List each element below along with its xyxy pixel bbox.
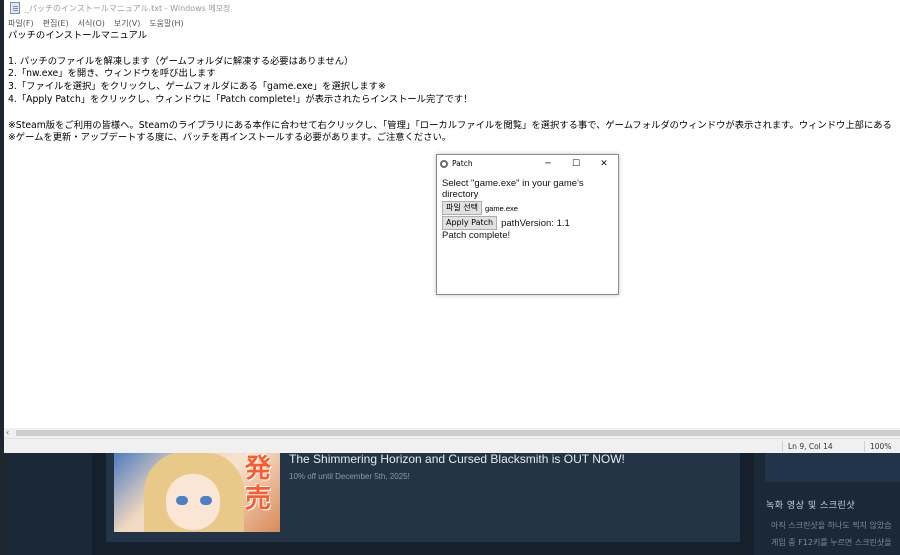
patch-instruction: Select "game.exe" in your game's directo…: [442, 178, 584, 200]
status-separator: [864, 441, 865, 452]
minimize-icon[interactable]: ─: [534, 155, 562, 172]
screenshots-info-line1: 아직 스크린샷을 하나도 찍지 않았습: [771, 521, 892, 530]
maximize-icon[interactable]: ☐: [562, 155, 590, 172]
news-title[interactable]: The Shimmering Horizon and Cursed Blacks…: [289, 452, 625, 466]
menu-format[interactable]: 서식(O): [78, 18, 105, 29]
banner-eye-right: [200, 496, 212, 505]
horizontal-scrollbar[interactable]: ‹: [4, 428, 900, 438]
notepad-document-icon: [10, 2, 20, 14]
selected-file-name: game.exe: [484, 203, 518, 213]
menu-help[interactable]: 도움말(H): [149, 18, 183, 29]
app-icon: [440, 159, 448, 168]
patch-title: Patch: [452, 159, 473, 168]
patch-titlebar[interactable]: Patch ─ ☐ ✕: [437, 155, 618, 172]
banner-text: 発売: [244, 454, 271, 514]
news-banner-image[interactable]: 発売: [114, 452, 280, 532]
banner-face: [166, 474, 220, 530]
patch-body: Select "game.exe" in your game's directo…: [442, 178, 614, 241]
screenshots-heading: 녹화 영상 및 스크린샷: [766, 501, 856, 511]
steam-right-box: [765, 452, 900, 482]
text-line-9: ※ゲームを更新・アップデートする度に、パッチを再インストールする必要があります。…: [8, 132, 452, 144]
status-separator: [782, 441, 783, 452]
news-subtitle: 10% off until December 5th, 2025!: [289, 472, 410, 481]
choose-file-button[interactable]: 파일 선택: [442, 201, 482, 215]
scroll-left-arrow-icon[interactable]: ‹: [6, 428, 9, 438]
menu-view[interactable]: 보기(V): [114, 18, 140, 29]
patch-version: pathVersion: 1.1: [501, 217, 570, 229]
text-line-2: [8, 43, 898, 56]
patch-result: Patch complete!: [442, 230, 511, 241]
text-line-6: 4.「Apply Patch」をクリックし、ウィンドウに「Patch compl…: [8, 93, 473, 105]
text-line-3: 1. パッチのファイルを解凍します（ゲームフォルダに解凍する必要はありません）: [8, 55, 354, 67]
file-select-row: 파일 선택 game.exe: [442, 201, 614, 215]
zoom-level: 100%: [870, 442, 892, 451]
patch-dialog: Patch ─ ☐ ✕ Select "game.exe" in your ga…: [436, 154, 619, 295]
text-line-1: パッチのインストールマニュアル: [8, 30, 147, 41]
text-line-8: ※Steam版をご利用の皆様へ。Steamのライブラリにある本作に合わせて右クリ…: [8, 119, 892, 131]
text-line-7: [8, 107, 898, 120]
screenshots-info-line2: 게임 중 F12키를 누르면 스크린샷을: [771, 538, 892, 547]
scrollbar-thumb[interactable]: [16, 430, 900, 436]
close-icon[interactable]: ✕: [590, 155, 618, 172]
menu-file[interactable]: 파일(F): [8, 18, 34, 29]
notepad-titlebar[interactable]: _パッチのインストールマニュアル.txt - Windows 메모장: [4, 0, 900, 16]
text-line-4: 2.「nw.exe」を開き、ウィンドウを呼び出します: [8, 68, 216, 80]
menu-edit[interactable]: 편집(E): [43, 18, 69, 29]
notepad-statusbar: Ln 9, Col 14 100%: [4, 438, 900, 453]
apply-row: Apply Patch pathVersion: 1.1: [442, 216, 614, 230]
cursor-position: Ln 9, Col 14: [788, 442, 833, 451]
apply-patch-button[interactable]: Apply Patch: [442, 216, 498, 230]
banner-eye-left: [176, 496, 188, 505]
text-line-5: 3.「ファイルを選択」をクリックし、ゲームフォルダにある「game.exe」を選…: [8, 81, 386, 93]
notepad-menubar: 파일(F) 편집(E) 서식(O) 보기(V) 도움말(H): [4, 16, 900, 30]
notepad-title: _パッチのインストールマニュアル.txt - Windows 메모장: [25, 3, 231, 13]
